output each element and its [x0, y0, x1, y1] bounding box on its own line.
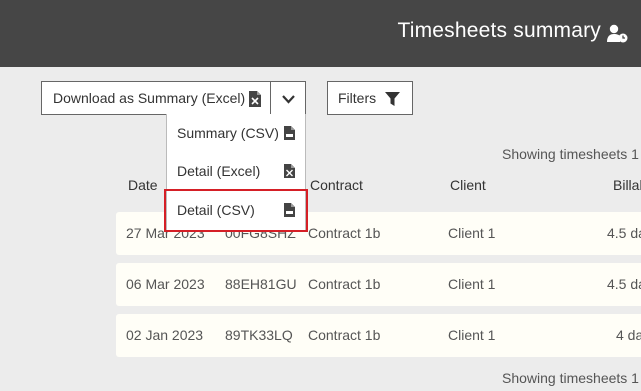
- row-client: Client 1: [448, 276, 496, 292]
- excel-file-icon: [249, 91, 261, 107]
- column-header-client[interactable]: Client: [450, 177, 486, 193]
- app-header: Timesheets summary: [0, 0, 641, 67]
- filters-button[interactable]: Filters: [327, 81, 413, 115]
- row-contract: Contract 1b: [308, 327, 381, 343]
- column-header-contract[interactable]: Contract: [310, 177, 363, 193]
- filters-button-label: Filters: [338, 90, 377, 106]
- menu-item-label: Detail (Excel): [177, 163, 261, 179]
- page-title: Timesheets summary: [397, 19, 601, 42]
- csv-file-icon: [284, 126, 295, 140]
- download-button-label: Download as Summary (Excel): [53, 90, 246, 106]
- menu-item-detail-excel[interactable]: Detail (Excel): [167, 152, 305, 190]
- row-date: 06 Mar 2023: [126, 276, 205, 292]
- row-billable: 4.5 da: [607, 225, 641, 241]
- row-contract: Contract 1b: [308, 276, 381, 292]
- chevron-down-icon: [282, 95, 295, 104]
- column-header-date[interactable]: Date: [128, 177, 158, 193]
- menu-item-label: Summary (CSV): [177, 125, 279, 141]
- row-contract: Contract 1b: [308, 225, 381, 241]
- download-button[interactable]: Download as Summary (Excel): [41, 81, 271, 115]
- row-billable: 4.5 da: [607, 276, 641, 292]
- filter-icon: [385, 92, 400, 106]
- row-client: Client 1: [448, 327, 496, 343]
- row-ref[interactable]: 88EH81GU: [225, 276, 297, 292]
- table-row[interactable]: 02 Jan 2023 89TK33LQ Contract 1b Client …: [116, 314, 641, 357]
- row-date: 02 Jan 2023: [126, 327, 204, 343]
- highlight-box: [164, 189, 308, 232]
- column-header-billable[interactable]: Billab: [613, 177, 641, 193]
- row-ref[interactable]: 89TK33LQ: [225, 327, 293, 343]
- excel-file-icon: [284, 164, 295, 178]
- showing-count: Showing timesheets 1: [502, 146, 639, 162]
- download-options-toggle[interactable]: [270, 81, 306, 115]
- row-client: Client 1: [448, 225, 496, 241]
- user-clock-icon[interactable]: [607, 24, 628, 43]
- table-row[interactable]: 06 Mar 2023 88EH81GU Contract 1b Client …: [116, 263, 641, 306]
- menu-item-summary-csv[interactable]: Summary (CSV): [167, 114, 305, 152]
- showing-count-bottom: Showing timesheets 1: [502, 370, 639, 386]
- row-billable: 4 da: [616, 327, 641, 343]
